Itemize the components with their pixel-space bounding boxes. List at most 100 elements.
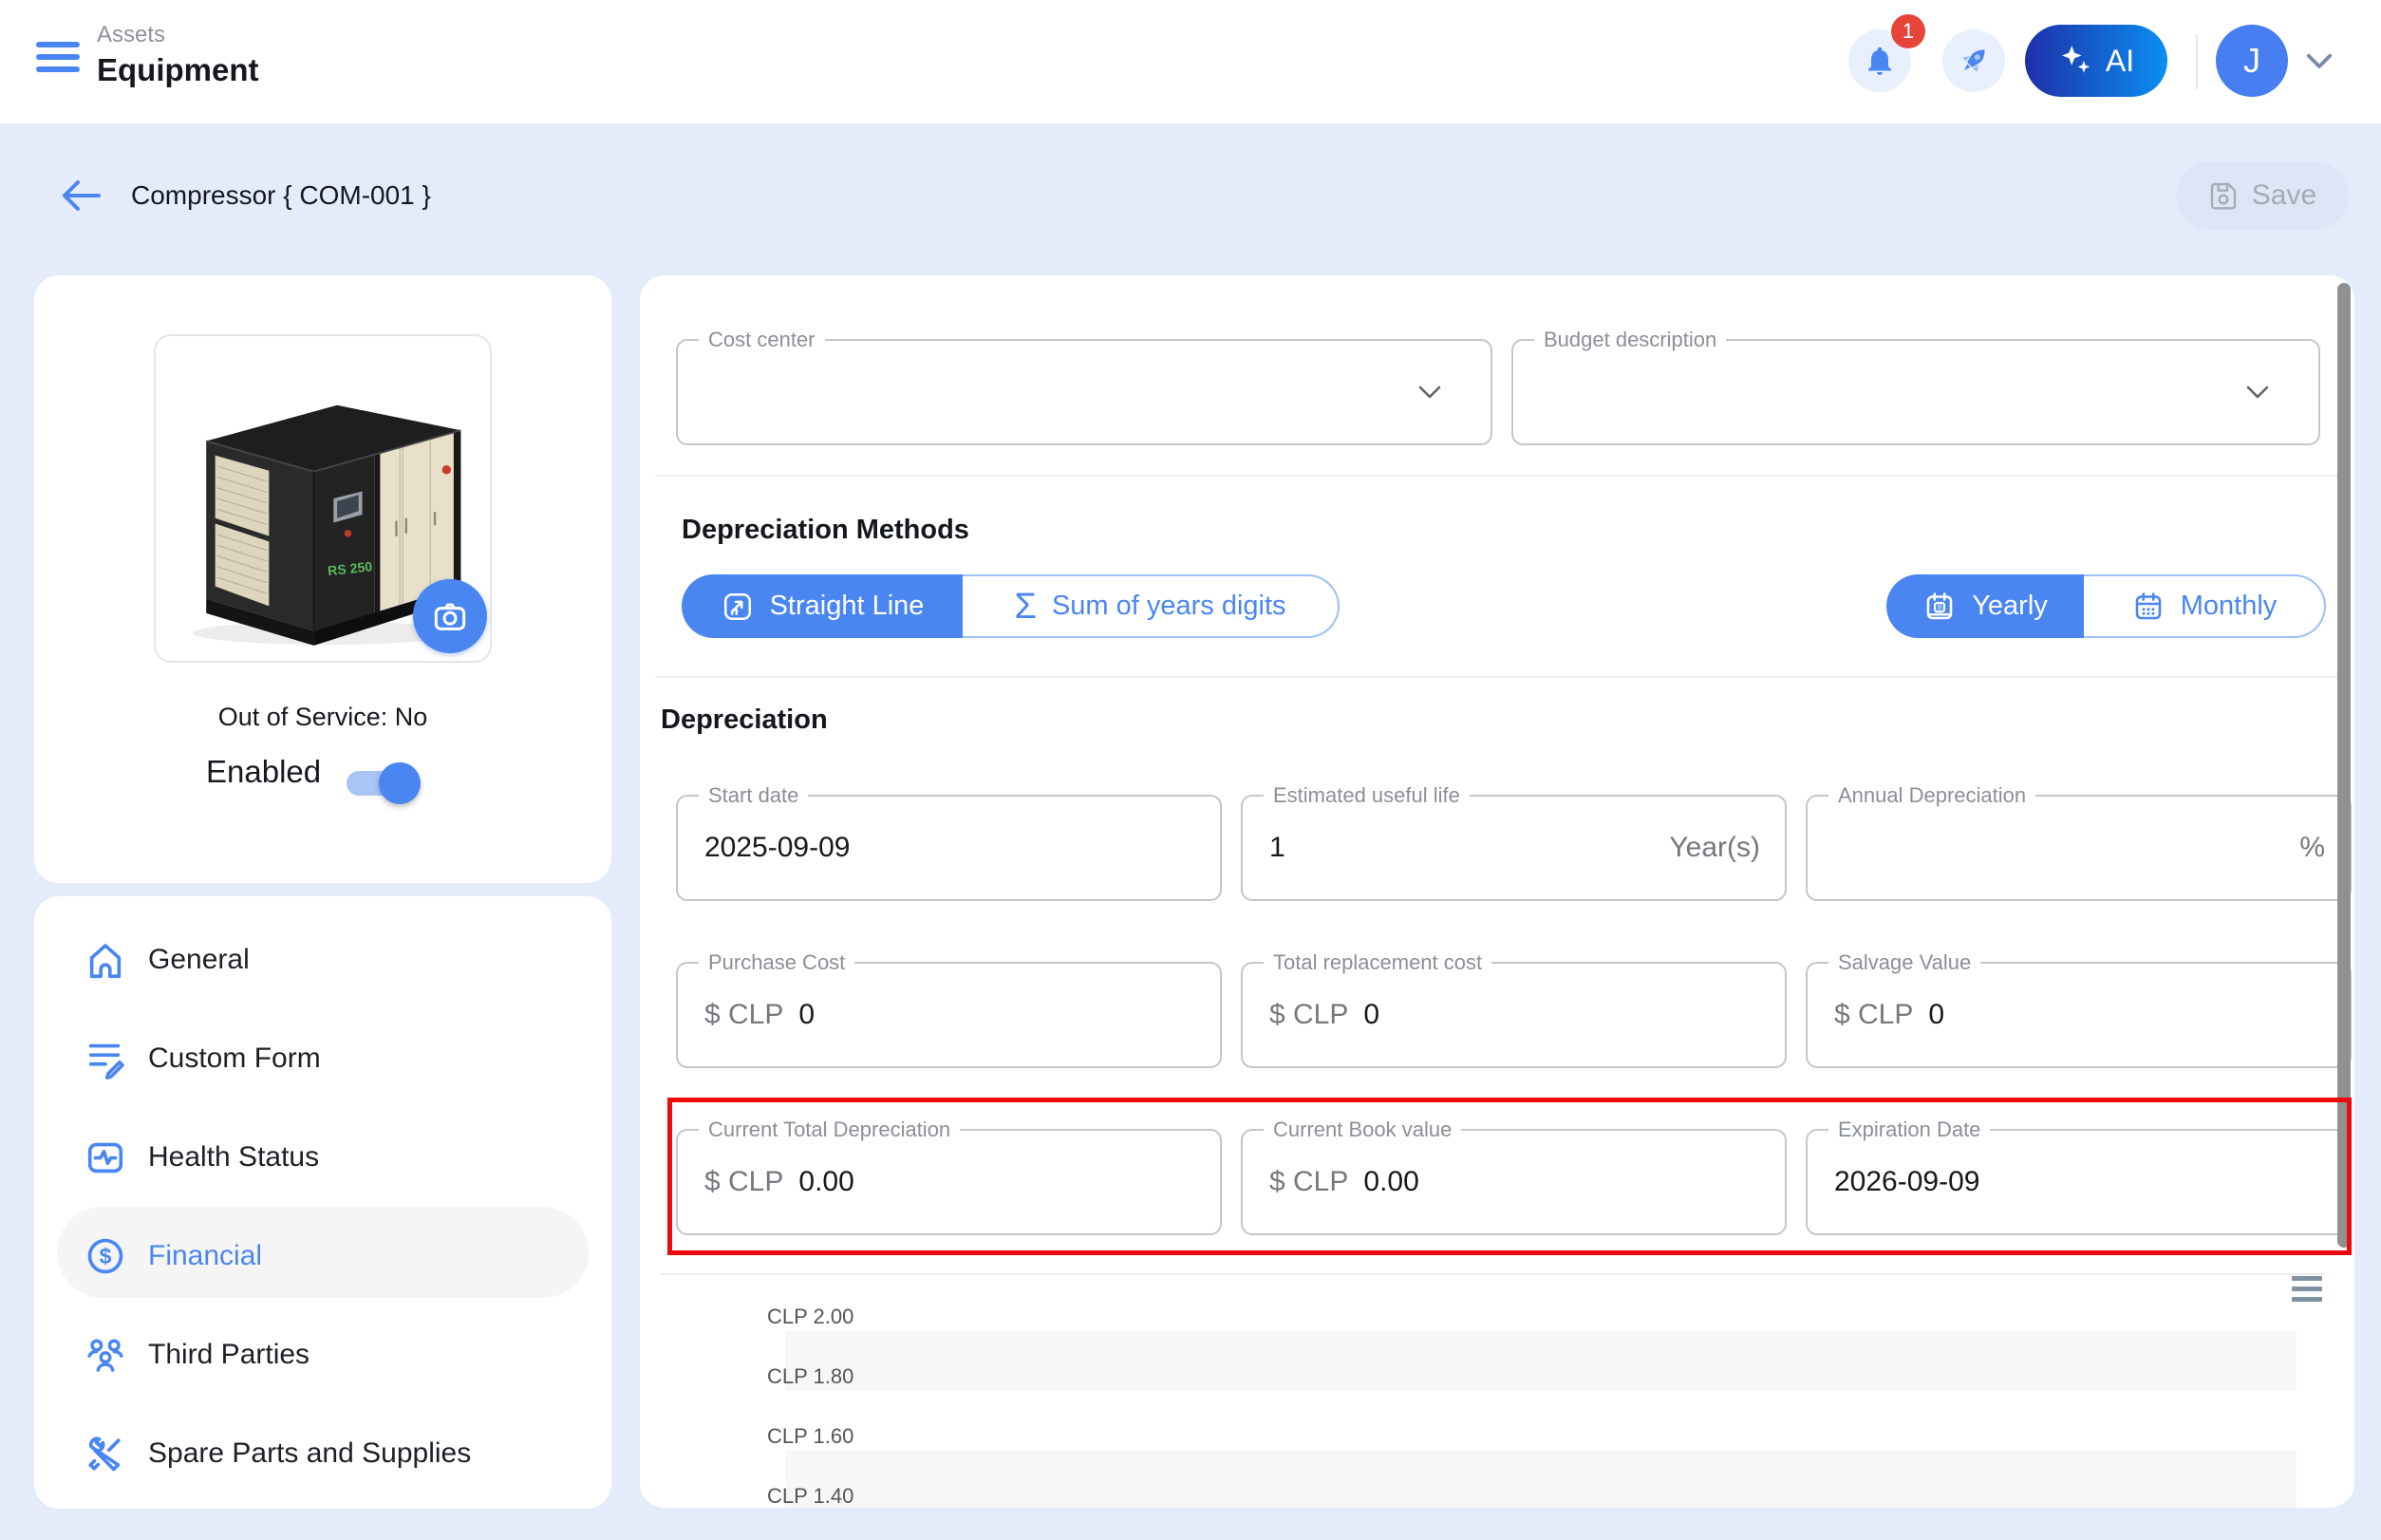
dollar-circle-icon: $: [84, 1234, 127, 1278]
current-book-value-field[interactable]: Current Book value $ CLP 0.00: [1241, 1129, 1787, 1235]
sidebar-item-label: Financial: [148, 1240, 262, 1272]
financial-panel: Cost center Budget description Depreciat…: [640, 275, 2354, 1508]
sidebar-item-health-status[interactable]: Health Status: [34, 1108, 611, 1207]
sum-of-years-button[interactable]: Σ Sum of years digits: [963, 574, 1340, 638]
field-value: 0.00: [798, 1166, 853, 1198]
people-icon: [84, 1333, 127, 1377]
expiration-date-field[interactable]: Expiration Date 2026-09-09: [1806, 1129, 2352, 1235]
cost-center-label: Cost center: [699, 328, 825, 352]
sidebar-item-financial[interactable]: $ Financial: [34, 1207, 611, 1305]
field-prefix: $ CLP: [1269, 1166, 1348, 1198]
sum-of-years-label: Sum of years digits: [1052, 591, 1286, 622]
depreciation-heading: Depreciation: [661, 704, 828, 736]
replacement-cost-field[interactable]: Total replacement cost $ CLP 0: [1241, 962, 1787, 1068]
sidebar-item-spare-parts[interactable]: Spare Parts and Supplies: [34, 1404, 611, 1503]
field-value: 0: [798, 999, 815, 1031]
sidebar-item-label: Third Parties: [148, 1339, 309, 1371]
rocket-icon: [1956, 43, 1992, 79]
methods-heading: Depreciation Methods: [682, 515, 969, 546]
field-label: Start date: [699, 783, 808, 808]
divider: [655, 676, 2339, 678]
sidebar-item-third-parties[interactable]: Third Parties: [34, 1305, 611, 1404]
calendar-year-icon: 8: [1922, 590, 1957, 624]
sidebar-item-general[interactable]: General: [34, 911, 611, 1009]
chart-band: [785, 1331, 2297, 1391]
sidebar-item-label: Spare Parts and Supplies: [148, 1437, 471, 1470]
camera-icon: [431, 597, 469, 635]
straight-line-label: Straight Line: [770, 591, 925, 622]
account-menu-button[interactable]: [2305, 53, 2334, 75]
field-prefix: $ CLP: [1269, 999, 1348, 1031]
field-prefix: $ CLP: [1834, 999, 1913, 1031]
field-label: Current Total Depreciation: [699, 1117, 960, 1142]
sidebar-item-label: General: [148, 944, 250, 976]
field-prefix: $ CLP: [704, 999, 783, 1031]
useful-life-field[interactable]: Estimated useful life 1 Year(s): [1241, 795, 1787, 901]
chevron-down-icon: [2246, 385, 2269, 399]
bell-icon: [1863, 44, 1897, 78]
field-value: 2025-09-09: [704, 832, 850, 864]
field-value: 0: [1363, 999, 1379, 1031]
calendar-month-icon: [2131, 590, 2165, 624]
cost-center-select[interactable]: Cost center: [676, 339, 1492, 445]
monthly-button[interactable]: Monthly: [2084, 574, 2326, 638]
field-label: Current Book value: [1264, 1117, 1461, 1142]
enabled-label: Enabled: [206, 754, 321, 790]
field-prefix: $ CLP: [704, 1166, 783, 1198]
depreciation-method-toggle: Straight Line Σ Sum of years digits: [682, 574, 1340, 638]
notification-badge: 1: [1891, 14, 1925, 48]
change-photo-button[interactable]: [413, 579, 487, 653]
annual-depreciation-field[interactable]: Annual Depreciation %: [1806, 795, 2352, 901]
straight-line-button[interactable]: Straight Line: [682, 574, 963, 638]
save-icon: [2208, 180, 2239, 211]
field-label: Estimated useful life: [1264, 783, 1470, 808]
save-button[interactable]: Save: [2176, 161, 2349, 230]
salvage-value-field[interactable]: Salvage Value $ CLP 0: [1806, 962, 2352, 1068]
svg-text:8: 8: [1938, 602, 1942, 611]
chart-context-menu-button[interactable]: [2292, 1276, 2322, 1307]
field-label: Total replacement cost: [1264, 950, 1491, 975]
home-icon: [84, 938, 127, 982]
divider: [655, 475, 2339, 477]
field-label: Expiration Date: [1828, 1117, 1990, 1142]
breadcrumb: Compressor { COM-001 }: [131, 180, 431, 211]
chart-tick-label: CLP 1.40: [767, 1484, 853, 1508]
enabled-toggle-thumb[interactable]: [379, 762, 421, 804]
panel-scrollbar[interactable]: [2337, 283, 2351, 1248]
start-date-field[interactable]: Start date 2025-09-09: [676, 795, 1222, 901]
purchase-cost-field[interactable]: Purchase Cost $ CLP 0: [676, 962, 1222, 1068]
health-pulse-icon: [84, 1136, 127, 1179]
tools-icon: [84, 1432, 127, 1475]
menu-hamburger-icon[interactable]: [36, 42, 80, 82]
yearly-label: Yearly: [1972, 591, 2048, 622]
budget-description-select[interactable]: Budget description: [1511, 339, 2320, 445]
sidebar-item-label: Custom Form: [148, 1042, 321, 1075]
ai-assistant-button[interactable]: AI: [2025, 25, 2167, 97]
back-arrow-icon: [57, 177, 103, 215]
chart-tick-label: CLP 1.80: [767, 1364, 853, 1389]
out-of-service-status: Out of Service: No: [34, 703, 611, 732]
asset-summary-card: RS 250: [34, 275, 611, 883]
whats-new-button[interactable]: [1942, 29, 2005, 92]
header-divider: [2196, 34, 2198, 89]
sparkles-icon: [2058, 43, 2094, 79]
yearly-button[interactable]: 8 Yearly: [1886, 574, 2084, 638]
field-value: 0.00: [1363, 1166, 1418, 1198]
save-label: Save: [2252, 179, 2316, 212]
field-label: Annual Depreciation: [1828, 783, 2035, 808]
chart-band: [785, 1451, 2297, 1508]
current-total-depreciation-field[interactable]: Current Total Depreciation $ CLP 0.00: [676, 1129, 1222, 1235]
chevron-down-icon: [1418, 385, 1441, 399]
avatar[interactable]: J: [2216, 25, 2288, 97]
breadcrumb-section: Assets: [97, 21, 259, 49]
chart-tick-label: CLP 1.60: [767, 1424, 853, 1449]
chevron-down-icon: [2305, 53, 2334, 70]
sidebar-item-custom-form[interactable]: Custom Form: [34, 1009, 611, 1108]
field-label: Salvage Value: [1828, 950, 1980, 975]
field-label: Purchase Cost: [699, 950, 854, 975]
back-button[interactable]: [57, 177, 103, 215]
field-value: 1: [1269, 832, 1285, 864]
page-title: Equipment: [97, 49, 259, 91]
sidebar-item-label: Health Status: [148, 1141, 319, 1174]
budget-description-label: Budget description: [1534, 328, 1726, 352]
